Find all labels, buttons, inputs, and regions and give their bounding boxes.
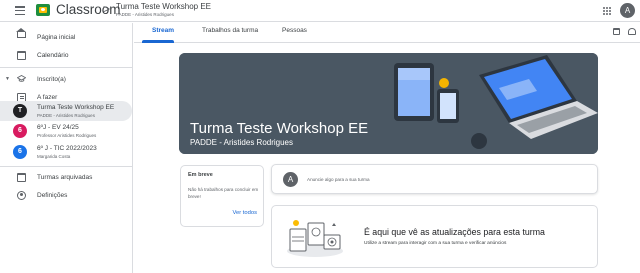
empty-state-subtitle: Utilize a stream para interagir com a su… — [364, 241, 507, 246]
sidebar: Página inicial Calendário ▼ Inscrito(a) … — [0, 23, 133, 273]
sidebar-item-label: Inscrito(a) — [37, 75, 66, 83]
sidebar-item-home[interactable]: Página inicial — [0, 28, 132, 46]
avatar: A — [283, 172, 298, 187]
sidebar-item-label: Calendário — [37, 51, 69, 59]
breadcrumb-course-title[interactable]: Turma Teste Workshop EE — [116, 2, 211, 11]
class-name: 6ºJ - EV 24/25 — [37, 124, 79, 131]
class-teacher: PADDE - Aristides Rodrigues — [37, 112, 95, 118]
breadcrumb-course-subtitle: PADDE - Aristides Rodrigues — [116, 12, 174, 17]
announce-box[interactable]: A Anuncie algo para a sua turma — [271, 164, 598, 194]
banner-course-title: Turma Teste Workshop EE — [190, 120, 369, 137]
active-tab-indicator — [142, 40, 174, 43]
upcoming-title: Em breve — [188, 172, 213, 178]
home-icon — [16, 28, 26, 38]
class-teacher: Professor Aristides Rodrigues — [37, 132, 97, 138]
breadcrumb-separator-icon: > — [103, 2, 111, 16]
class-avatar: T — [13, 104, 27, 118]
drive-folder-icon[interactable] — [628, 28, 636, 35]
account-avatar[interactable]: A — [620, 3, 635, 18]
class-item[interactable]: 6 6ºJ - EV 24/25 Professor Aristides Rod… — [0, 121, 132, 141]
upcoming-empty-text: Não há trabalhos para concluir em breve! — [188, 187, 259, 199]
graduation-cap-icon — [17, 74, 26, 82]
course-tabs: Stream Trabalhos da turma Pessoas — [134, 23, 640, 43]
classroom-logo-icon[interactable] — [36, 4, 50, 16]
view-all-link[interactable]: Ver todos — [233, 210, 258, 216]
sidebar-item-enrolled[interactable]: ▼ Inscrito(a) — [0, 70, 132, 88]
upcoming-card: Em breve Não há trabalhos para concluir … — [180, 165, 264, 227]
main-menu-icon[interactable] — [15, 6, 25, 16]
divider — [0, 67, 132, 68]
sidebar-item-label: Definições — [37, 191, 68, 199]
class-name: 6º J - TIC 2022/2023 — [37, 145, 97, 152]
chevron-down-icon[interactable]: ▼ — [5, 76, 10, 82]
sidebar-item-archived[interactable]: Turmas arquivadas — [0, 168, 132, 186]
sidebar-item-label: A fazer — [37, 93, 58, 101]
sidebar-item-settings[interactable]: Definições — [0, 186, 132, 204]
tab-people[interactable]: Pessoas — [282, 27, 307, 34]
top-app-bar: Classroom > Turma Teste Workshop EE PADD… — [0, 0, 640, 22]
tab-classwork[interactable]: Trabalhos da turma — [202, 27, 258, 34]
empty-state-title: É aqui que vê as atualizações para esta … — [364, 227, 545, 237]
stream-empty-illustration — [287, 220, 343, 257]
class-avatar: 6 — [13, 145, 27, 159]
tab-stream[interactable]: Stream — [152, 27, 174, 34]
class-item[interactable]: 6 6º J - TIC 2022/2023 Margarida Costa — [0, 142, 132, 162]
class-item[interactable]: T Turma Teste Workshop EE PADDE - Aristi… — [0, 101, 132, 121]
app-name[interactable]: Classroom — [56, 2, 121, 17]
sidebar-item-label: Página inicial — [37, 33, 76, 41]
google-calendar-icon[interactable] — [613, 28, 620, 35]
sidebar-item-label: Turmas arquivadas — [37, 173, 93, 181]
class-name: Turma Teste Workshop EE — [37, 104, 115, 111]
gear-icon — [17, 190, 26, 200]
divider — [0, 166, 132, 167]
announce-placeholder[interactable]: Anuncie algo para a sua turma — [307, 177, 370, 182]
banner-course-subtitle: PADDE - Aristides Rodrigues — [190, 138, 293, 147]
stream-empty-state: É aqui que vê as atualizações para esta … — [271, 205, 598, 268]
class-avatar: 6 — [13, 124, 27, 138]
class-teacher: Margarida Costa — [37, 153, 71, 159]
sidebar-item-calendar[interactable]: Calendário — [0, 46, 132, 64]
calendar-icon — [17, 50, 26, 60]
course-banner: Turma Teste Workshop EE PADDE - Aristide… — [179, 53, 598, 154]
archive-icon — [17, 172, 26, 182]
google-apps-icon[interactable] — [603, 7, 611, 15]
